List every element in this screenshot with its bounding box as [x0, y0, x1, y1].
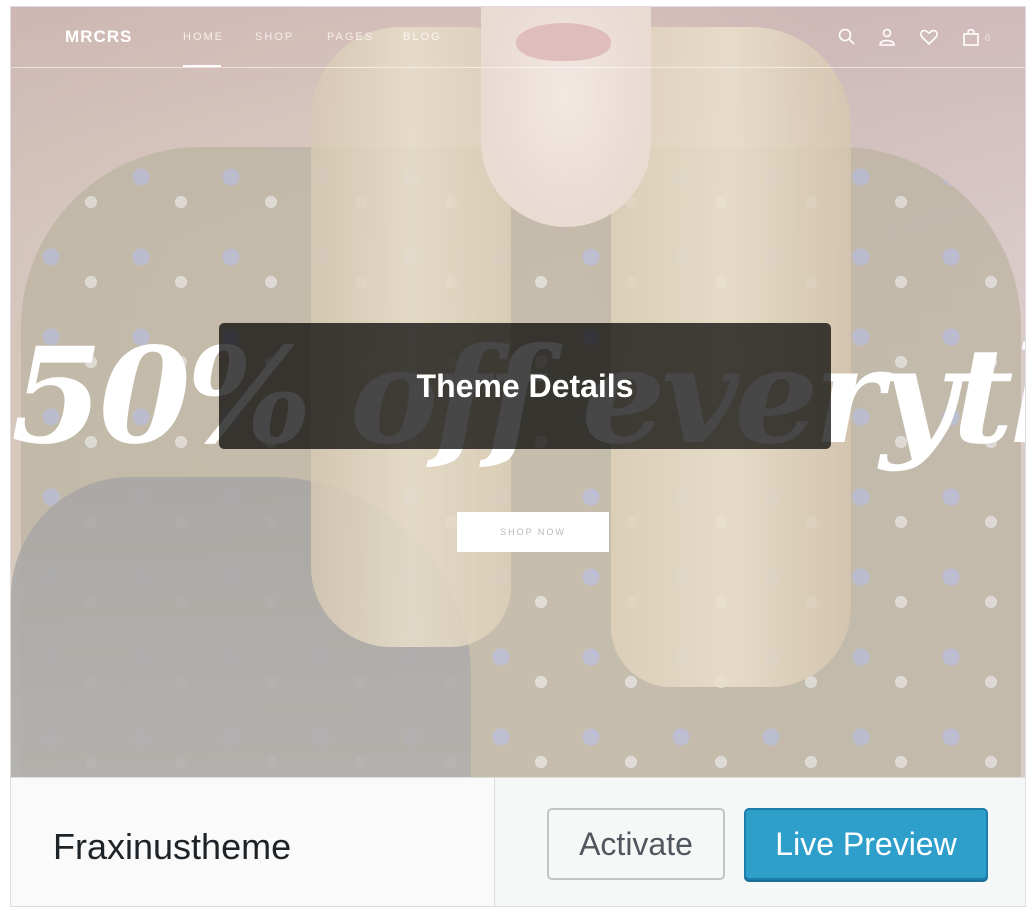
activate-button[interactable]: Activate [547, 808, 725, 880]
search-icon [838, 28, 855, 45]
preview-nav-pages: PAGES [327, 31, 375, 43]
preview-nav-blog: BLOG [403, 31, 442, 43]
cart-icon [963, 28, 979, 46]
preview-nav-active-underline [183, 65, 221, 67]
preview-shop-now-button: SHOP NOW [457, 512, 609, 552]
preview-nav-shop: SHOP [255, 31, 295, 43]
theme-actions-bar: Fraxinustheme Activate Live Preview [11, 777, 1025, 906]
theme-screenshot[interactable]: MRCRS HOME SHOP PAGES BLOG 0 50% SHOP NO… [11, 7, 1025, 777]
preview-site-logo: MRCRS [65, 27, 133, 46]
cart-count: 0 [985, 33, 993, 43]
preview-nav-home: HOME [183, 31, 224, 43]
heart-icon [919, 29, 939, 46]
user-icon [879, 28, 895, 46]
theme-name-area: Fraxinustheme [11, 778, 495, 906]
theme-details-overlay[interactable]: Theme Details [219, 323, 831, 449]
live-preview-button[interactable]: Live Preview [744, 808, 988, 880]
theme-name: Fraxinustheme [53, 826, 292, 867]
theme-card[interactable]: MRCRS HOME SHOP PAGES BLOG 0 50% SHOP NO… [10, 6, 1026, 907]
preview-site-header: MRCRS HOME SHOP PAGES BLOG 0 [11, 7, 1025, 68]
